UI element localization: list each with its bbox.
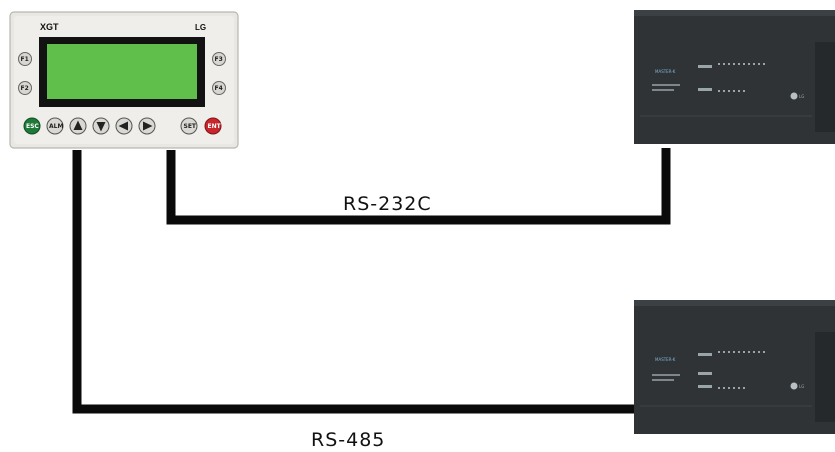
right-arrow-key[interactable] [138,117,156,135]
svg-text:SET: SET [184,123,197,130]
rs485-cable [72,150,634,414]
hmi-brand-right: LG [195,23,206,32]
hmi-terminal: XGT LG F1 F2 F3 F4 ESC ALM SET ENT [9,11,239,149]
plc-bottom-brand: MASTER-K [655,357,676,362]
ent-key[interactable]: ENT [204,117,222,135]
alm-key[interactable]: ALM [46,117,64,135]
connection-diagram: RS-232C RS-485 XGT LG F1 F2 F3 F4 ESC AL… [9,10,835,451]
left-arrow-key[interactable] [115,117,133,135]
f4-key[interactable]: F4 [212,81,226,95]
svg-text:ESC: ESC [26,123,39,130]
plc-top-brand: MASTER-K [655,69,676,74]
plc-bottom: MASTER-K LG [634,300,835,434]
hmi-brand-left: XGT [40,22,59,32]
f1-key[interactable]: F1 [18,52,32,66]
plc-top: MASTER-K LG [634,10,835,144]
f3-key[interactable]: F3 [212,52,226,66]
svg-text:ENT: ENT [208,123,222,130]
f2-key[interactable]: F2 [18,81,32,95]
rs232-label: RS-232C [343,193,432,215]
up-arrow-key[interactable] [69,117,87,135]
svg-text:F4: F4 [215,85,223,92]
svg-text:F3: F3 [215,56,223,63]
rs485-label: RS-485 [311,429,385,451]
svg-text:ALM: ALM [49,123,63,130]
svg-text:F1: F1 [21,56,29,63]
down-arrow-key[interactable] [92,117,110,135]
plc-bottom-logo: LG [799,384,804,389]
esc-key[interactable]: ESC [23,117,41,135]
set-key[interactable]: SET [180,117,198,135]
plc-top-logo: LG [799,94,804,99]
svg-text:F2: F2 [21,85,29,92]
hmi-lcd-screen [47,44,197,99]
